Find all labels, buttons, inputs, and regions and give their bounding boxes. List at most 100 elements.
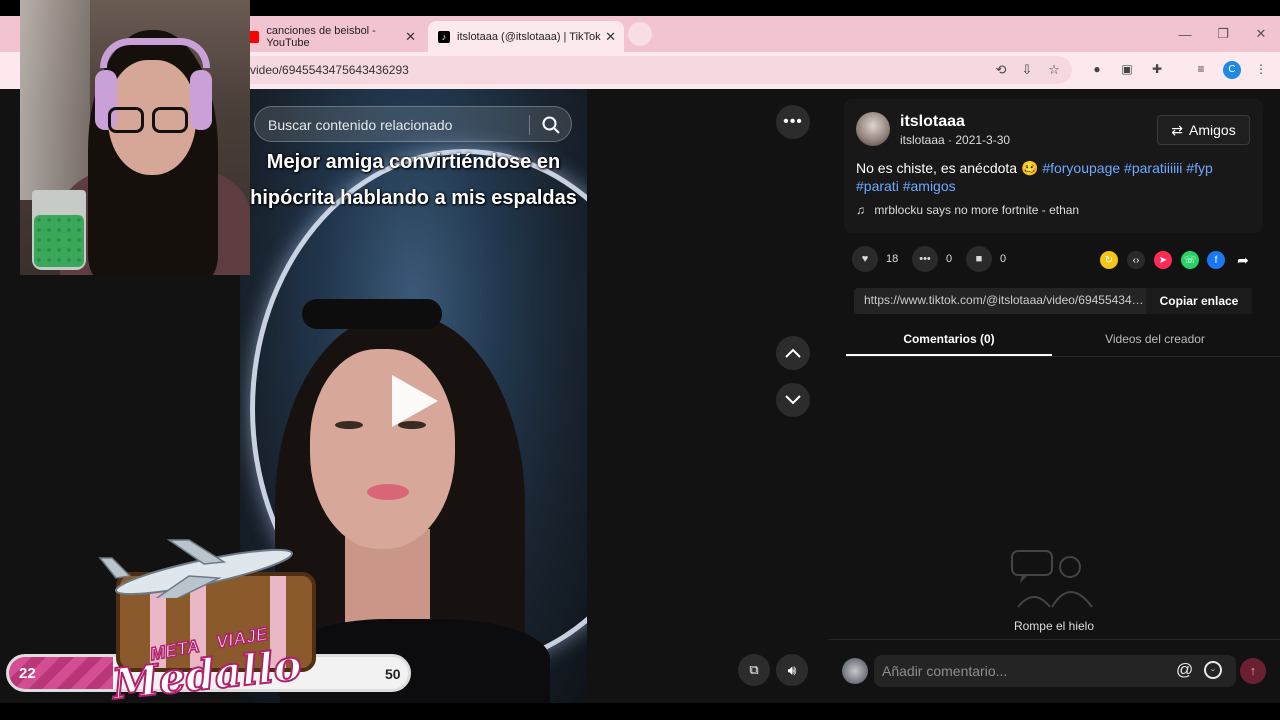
cookie-icon[interactable]: ●	[1089, 61, 1105, 77]
chevron-up-icon	[785, 348, 801, 358]
tiktok-icon: ♪	[438, 30, 450, 43]
video-person-eye	[335, 421, 363, 429]
post-comment-button[interactable]: ↑	[1240, 658, 1266, 684]
action-bar: ♥ 18 ••• 0 ■ 0 ↻ ‹› ➤ ☏ f ➦	[844, 244, 1263, 274]
author-info-card: itslotaaa itslotaaa · 2021-3-30 ⇄ Amigos…	[844, 99, 1263, 233]
search-divider	[529, 115, 530, 135]
facebook-icon[interactable]: f	[1207, 251, 1225, 269]
previous-video-button[interactable]	[776, 336, 810, 370]
author-username[interactable]: itslotaaa	[900, 113, 965, 131]
author-avatar[interactable]	[856, 112, 890, 146]
comment-count: 0	[946, 253, 953, 265]
webcam-headphone-band	[100, 38, 210, 68]
music-note-icon: ♫	[856, 203, 865, 217]
active-tab-indicator	[846, 354, 1052, 356]
comment-icon: •••	[912, 246, 938, 272]
install-icon[interactable]: ⇩	[1019, 62, 1035, 78]
like-button[interactable]: ♥ 18	[852, 244, 898, 274]
menu-icon[interactable]: ⋮	[1253, 61, 1269, 77]
search-icon[interactable]	[541, 115, 561, 135]
mini-player-icon: ⧉	[749, 662, 759, 677]
video-caption: Mejor amiga convirtiéndose en hipócrita …	[250, 151, 577, 209]
hashtag-link[interactable]: #paratiiiiii	[1124, 160, 1182, 176]
like-count: 18	[886, 253, 899, 265]
minimize-button[interactable]: —	[1166, 16, 1204, 52]
empty-comments-illustration	[1011, 550, 1093, 608]
airplane-icon	[98, 539, 294, 598]
copy-link-button[interactable]: Copiar enlace	[1146, 288, 1252, 314]
screen: canciones de beisbol - YouTube ✕ ♪ itslo…	[0, 0, 1280, 720]
mini-player-button[interactable]: ⧉	[738, 654, 770, 686]
close-icon[interactable]: ✕	[605, 29, 616, 45]
heart-icon: ♥	[852, 246, 878, 272]
volume-icon: 🔊︎	[787, 661, 797, 678]
comment-placeholder: Añadir comentario...	[882, 663, 1008, 679]
save-button[interactable]: ■ 0	[966, 244, 1006, 274]
tab-creator-videos[interactable]: Videos del creador	[1052, 332, 1258, 346]
volume-button[interactable]: 🔊︎	[776, 654, 808, 686]
puzzle-icon[interactable]: ✚	[1149, 61, 1165, 77]
tab-comments[interactable]: Comentarios (0)	[846, 332, 1052, 346]
restore-button[interactable]: ❐	[1204, 16, 1242, 52]
tab-youtube[interactable]: canciones de beisbol - YouTube ✕	[238, 21, 424, 52]
more-icon: •••	[783, 113, 803, 130]
send-to-friend-icon[interactable]: ➤	[1154, 251, 1172, 269]
new-tab-button[interactable]	[628, 22, 652, 46]
star-icon[interactable]: ☆	[1046, 62, 1062, 78]
music-link[interactable]: ♫ mrblocku says no more fortnite - ethan	[856, 203, 1079, 217]
save-count: 0	[1000, 253, 1007, 265]
hashtag-link[interactable]: #foryoupage	[1042, 160, 1120, 176]
description-text: No es chiste, es anécdota 🥴	[856, 160, 1039, 176]
related-search-input[interactable]: Buscar contenido relacionado	[254, 106, 572, 142]
webcam-glasses-lens	[152, 107, 188, 133]
panel-tabs: Comentarios (0) Videos del creador	[846, 325, 1280, 357]
extension-icon[interactable]: ▣	[1119, 61, 1135, 77]
webcam-background	[20, 0, 90, 200]
webcam-headphone-right	[190, 70, 212, 130]
whatsapp-icon[interactable]: ☏	[1181, 251, 1199, 269]
profile-avatar[interactable]: C	[1223, 61, 1241, 79]
goal-target: 50	[385, 666, 401, 682]
next-video-button[interactable]	[776, 383, 810, 417]
embed-icon[interactable]: ‹›	[1127, 251, 1145, 269]
video-person-sunglasses	[302, 299, 442, 329]
chevron-down-icon	[785, 395, 801, 405]
translate-icon[interactable]: ⟲	[993, 62, 1009, 78]
webcam-cup-pattern	[34, 215, 84, 267]
comment-button[interactable]: ••• 0	[912, 244, 952, 274]
music-title: mrblocku says no more fortnite - ethan	[874, 203, 1080, 217]
comment-composer: Añadir comentario... @ ᵕ ↑	[828, 639, 1280, 703]
goal-current: 22	[19, 665, 36, 682]
play-icon[interactable]	[392, 375, 438, 427]
video-person-lips	[367, 484, 409, 500]
repost-icon[interactable]: ↻	[1100, 251, 1118, 269]
streamer-webcam	[20, 0, 250, 275]
tab-title: canciones de beisbol - YouTube	[266, 24, 376, 49]
address-bar[interactable]: video/6945543475643436293 ⟲ ⇩ ☆	[210, 56, 1072, 84]
hashtag-link[interactable]: #amigos	[903, 178, 956, 194]
friends-label: Amigos	[1189, 122, 1236, 138]
copy-link-row: https://www.tiktok.com/@itslotaaa/video/…	[854, 288, 1252, 314]
mention-icon[interactable]: @	[1176, 660, 1193, 680]
comment-input[interactable]: Añadir comentario... @ ᵕ	[874, 655, 1236, 687]
close-window-button[interactable]: ✕	[1242, 16, 1280, 52]
more-options-button[interactable]: •••	[776, 105, 810, 139]
url-text: video/6945543475643436293	[250, 63, 409, 77]
tab-tiktok[interactable]: ♪ itslotaaa (@itslotaaa) | TikTok ✕	[428, 21, 624, 52]
tab-title: itslotaaa (@itslotaaa) | TikTok	[457, 30, 601, 43]
author-handle-date: itslotaaa · 2021-3-30	[900, 133, 1011, 147]
webcam-glasses-lens	[108, 107, 144, 133]
letterbox-bottom	[0, 703, 1280, 720]
share-arrow-icon[interactable]: ➦	[1234, 251, 1252, 269]
user-avatar	[842, 658, 868, 684]
bookmark-icon: ■	[966, 246, 992, 272]
empty-state-text: Rompe el hielo	[1013, 619, 1095, 633]
hashtag-link[interactable]: #fyp	[1186, 160, 1212, 176]
hashtag-link[interactable]: #parati	[856, 178, 899, 194]
emoji-icon[interactable]: ᵕ	[1204, 661, 1222, 679]
swap-icon: ⇄	[1171, 121, 1184, 138]
video-link[interactable]: https://www.tiktok.com/@itslotaaa/video/…	[864, 293, 1146, 307]
close-icon[interactable]: ✕	[405, 29, 416, 45]
media-icon[interactable]: ≡	[1193, 61, 1209, 77]
friends-button[interactable]: ⇄ Amigos	[1157, 115, 1250, 145]
